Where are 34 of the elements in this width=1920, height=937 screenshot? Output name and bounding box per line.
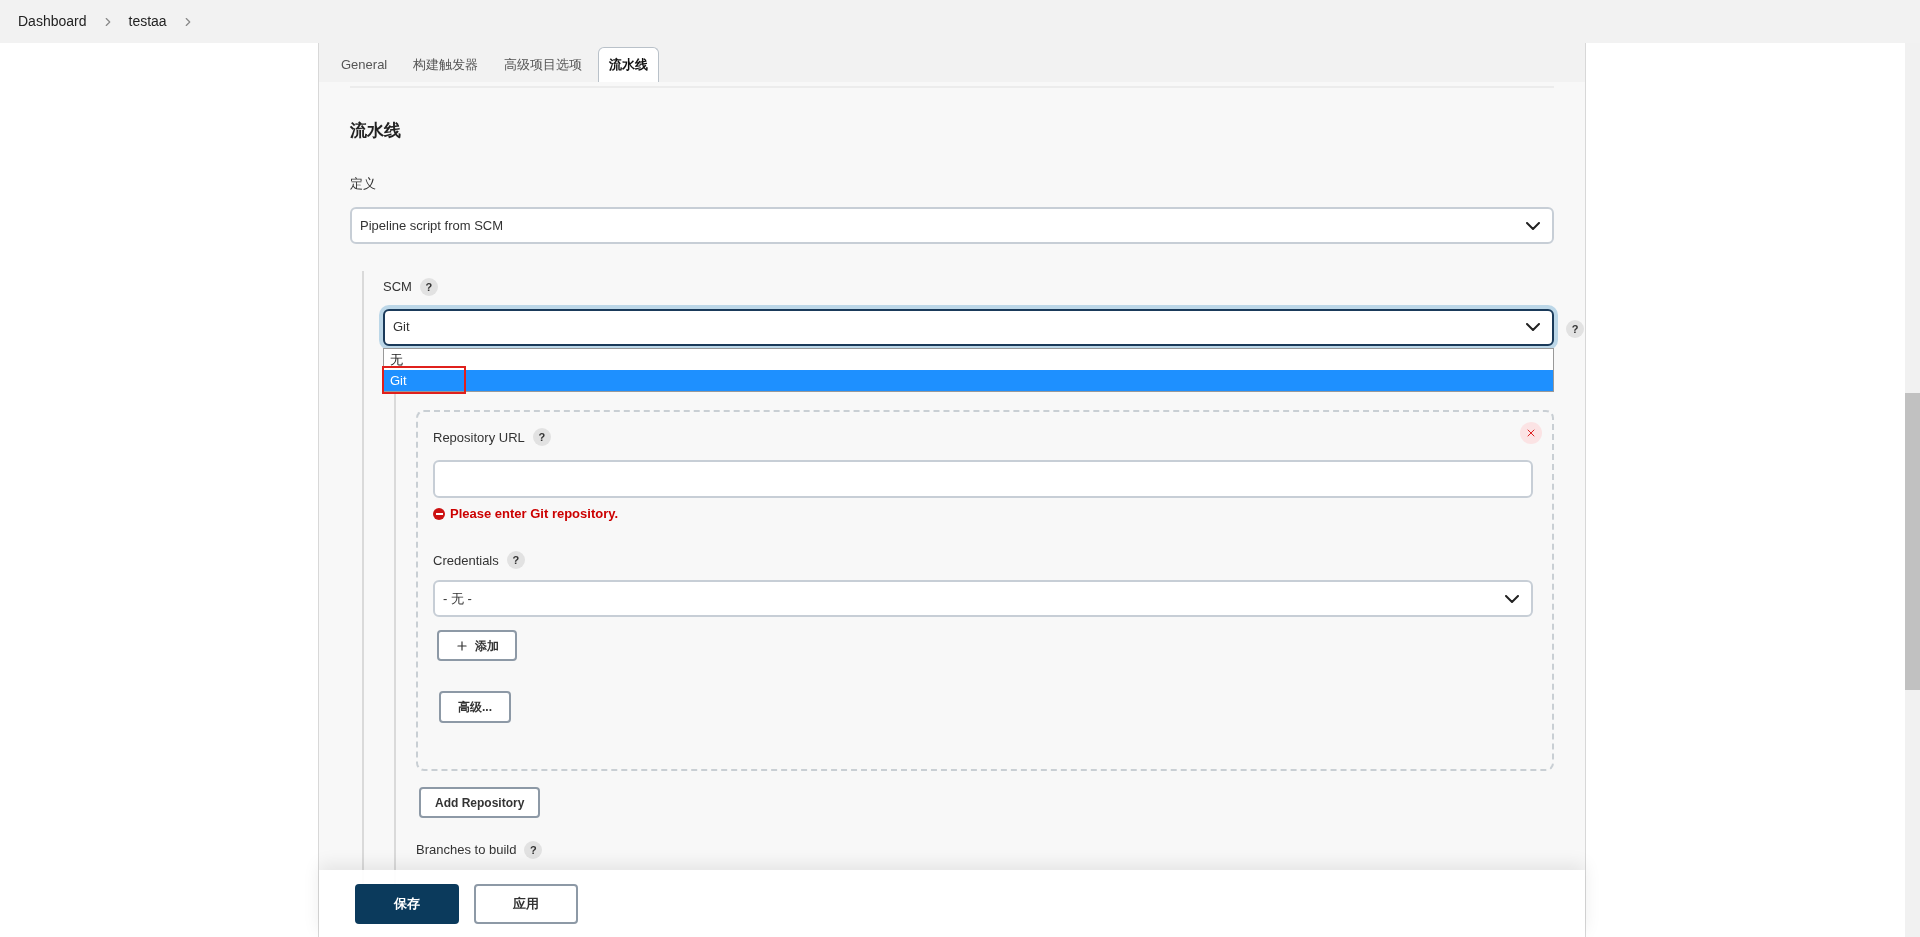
add-button[interactable]: 添加 (437, 630, 517, 661)
dropdown-option[interactable]: 无 (384, 348, 1553, 370)
tab[interactable]: 高级项目选项 (494, 47, 593, 82)
tab[interactable]: 构建触发器 (403, 47, 489, 82)
tab[interactable]: General (331, 47, 398, 82)
tab[interactable]: 流水线 (598, 47, 660, 82)
delete-button[interactable] (1520, 421, 1542, 444)
help-icon[interactable]: ? (506, 551, 525, 570)
plus-icon (455, 638, 469, 653)
definition-select[interactable]: Pipeline script from SCM (350, 207, 1554, 244)
field-label: 定义 (350, 174, 377, 193)
field-label: Branches to build (416, 841, 517, 859)
help-icon[interactable]: ? (1566, 319, 1584, 338)
add-repository-button[interactable]: Add Repository (419, 787, 541, 818)
credentials-select[interactable]: - 无 - (433, 580, 1533, 617)
scrollbar[interactable] (1905, 43, 1920, 937)
breadcrumb-link[interactable]: testaa (128, 11, 167, 32)
help-icon[interactable]: ? (524, 840, 543, 859)
chevron-down-icon (1505, 594, 1519, 603)
field-label: SCM (383, 278, 412, 296)
breadcrumb-link[interactable]: Dashboard (18, 11, 87, 32)
field-label: Credentials (433, 551, 499, 570)
error-icon (433, 507, 445, 520)
section-title: 流水线 (350, 120, 402, 142)
apply-button[interactable]: 应用 (474, 883, 578, 924)
chevron-down-icon (1526, 221, 1540, 230)
field-label: Repository URL (433, 428, 525, 447)
repository-url-field[interactable] (433, 460, 1533, 498)
advanced-button[interactable]: 高级... (439, 691, 511, 723)
help-icon[interactable]: ? (532, 428, 551, 447)
help-icon[interactable]: ? (419, 277, 438, 296)
error-message: Please enter Git repository. (450, 505, 619, 523)
save-button[interactable]: 保存 (355, 883, 459, 924)
chevron-down-icon (1526, 323, 1540, 331)
